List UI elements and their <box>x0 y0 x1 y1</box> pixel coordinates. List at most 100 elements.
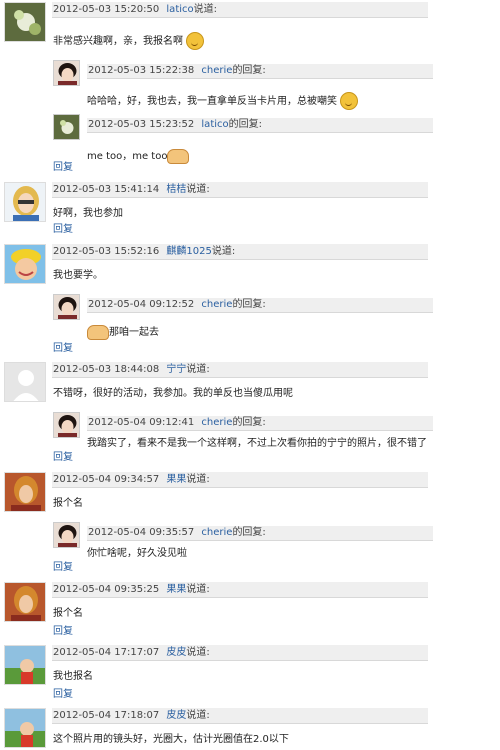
comment-text: 好啊，我也参加 <box>53 208 123 219</box>
username-link[interactable]: 麒麟1025 <box>166 246 211 257</box>
avatar[interactable] <box>53 294 80 320</box>
username-link[interactable]: cherie <box>201 527 232 538</box>
reply-header: 2012-05-04 09:12:52 cherie的回复: <box>87 298 433 313</box>
username-link[interactable]: cherie <box>201 65 232 76</box>
reply-link[interactable]: 回复 <box>53 339 73 354</box>
avatar[interactable] <box>53 522 80 548</box>
timestamp: 2012-05-03 18:44:08 <box>53 364 160 375</box>
action-label: 说道: <box>186 710 210 721</box>
comment: 2012-05-04 09:34:57 果果说道: 报个名 2012-05-04… <box>4 472 500 573</box>
avatar[interactable] <box>4 244 46 284</box>
avatar[interactable] <box>4 2 46 42</box>
timestamp: 2012-05-04 09:12:52 <box>88 299 195 310</box>
reply: 2012-05-04 09:35:57 cherie的回复: 你忙啥呢，好久没见… <box>53 522 433 562</box>
avatar[interactable] <box>4 645 46 685</box>
comment: 2012-05-03 15:41:14 桔桔说道: 好啊，我也参加 回复 <box>4 182 500 235</box>
action-label: 的回复: <box>232 65 266 76</box>
action-label: 的回复: <box>228 119 263 130</box>
comment: 2012-05-03 15:20:50 latico说道: 非常感兴趣啊，亲，我… <box>4 2 500 173</box>
comment: 2012-05-04 17:17:07 皮皮说道: 我也报名 回复 <box>4 645 500 700</box>
handshake-emoji-icon <box>167 148 190 164</box>
reply-link[interactable]: 回复 <box>53 158 73 173</box>
username-link[interactable]: cherie <box>201 417 232 428</box>
reply-header: 2012-05-04 09:35:57 cherie的回复: <box>87 526 433 541</box>
timestamp: 2012-05-04 09:35:57 <box>88 527 195 538</box>
avatar[interactable] <box>53 412 80 438</box>
handshake-emoji-icon <box>87 324 109 340</box>
username-link[interactable]: cherie <box>201 299 232 310</box>
action-label: 的回复: <box>232 417 266 428</box>
timestamp: 2012-05-03 15:20:50 <box>53 4 160 15</box>
avatar[interactable] <box>4 182 46 222</box>
action-label: 说道: <box>186 647 210 658</box>
username-link[interactable]: latico <box>201 119 228 130</box>
comment-header: 2012-05-03 15:41:14 桔桔说道: <box>52 182 428 198</box>
reply-header: 2012-05-04 09:12:41 cherie的回复: <box>87 416 433 431</box>
comment-text: 我也报名 <box>53 671 93 682</box>
comment: 2012-05-03 15:52:16 麒麟1025说道: 我也要学。 2012… <box>4 244 500 354</box>
reply-link[interactable]: 回复 <box>53 685 73 700</box>
reply-link[interactable]: 回复 <box>53 558 73 573</box>
action-label: 说道: <box>186 364 210 375</box>
timestamp: 2012-05-03 15:52:16 <box>53 246 160 257</box>
username-link[interactable]: 果果 <box>166 584 186 595</box>
username-link[interactable]: 果果 <box>166 474 186 485</box>
reply: 2012-05-04 09:12:52 cherie的回复: 那咱一起去 <box>53 294 433 340</box>
comment-header: 2012-05-04 09:35:25 果果说道: <box>52 582 428 598</box>
reply: 2012-05-04 09:12:41 cherie的回复: 我踏实了，看来不是… <box>53 412 483 452</box>
username-link[interactable]: latico <box>166 4 193 15</box>
avatar[interactable] <box>4 472 46 512</box>
comment: 2012-05-03 18:44:08 宁宁说道: 不错呀，很好的活动，我参加。… <box>4 362 500 463</box>
action-label: 的回复: <box>232 527 266 538</box>
avatar[interactable] <box>4 582 46 622</box>
timestamp: 2012-05-03 15:41:14 <box>53 184 160 195</box>
action-label: 说道: <box>193 4 218 15</box>
timestamp: 2012-05-03 15:22:38 <box>88 65 195 76</box>
comment-text: 报个名 <box>53 498 83 509</box>
reply-text: 你忙啥呢，好久没见啦 <box>87 548 187 559</box>
reply-text: me too，me too <box>87 147 190 164</box>
comment-header: 2012-05-03 18:44:08 宁宁说道: <box>52 362 428 378</box>
comment-header: 2012-05-03 15:20:50 latico说道: <box>52 2 428 18</box>
comment-text: 报个名 <box>53 608 83 619</box>
timestamp: 2012-05-04 09:35:25 <box>53 584 160 595</box>
comment-header: 2012-05-04 09:34:57 果果说道: <box>52 472 428 488</box>
username-link[interactable]: 桔桔 <box>166 184 186 195</box>
comment-text: 这个照片用的镜头好，光圈大，估计光圈值在2.0以下 <box>53 734 289 745</box>
comment-header: 2012-05-04 17:18:07 皮皮说道: <box>52 708 428 724</box>
action-label: 说道: <box>186 474 210 485</box>
comment-header: 2012-05-03 15:52:16 麒麟1025说道: <box>52 244 428 260</box>
action-label: 的回复: <box>232 299 266 310</box>
username-link[interactable]: 宁宁 <box>166 364 186 375</box>
comment-text: 不错呀，很好的活动，我参加。我的单反也当傻瓜用呢 <box>53 388 293 399</box>
comment-text: 非常感兴趣啊，亲，我报名啊 <box>53 32 204 50</box>
timestamp: 2012-05-04 17:17:07 <box>53 647 160 658</box>
reply: 2012-05-03 15:22:38 cherie的回复: 哈哈哈，好，我也去… <box>53 60 433 110</box>
avatar[interactable] <box>4 708 46 748</box>
comment-header: 2012-05-04 17:17:07 皮皮说道: <box>52 645 428 661</box>
timestamp: 2012-05-04 17:18:07 <box>53 710 160 721</box>
smile-emoji-icon <box>186 32 204 50</box>
avatar[interactable] <box>53 60 80 86</box>
reply-header: 2012-05-03 15:22:38 cherie的回复: <box>87 64 433 79</box>
comment-text: 我也要学。 <box>53 270 103 281</box>
username-link[interactable]: 皮皮 <box>166 710 186 721</box>
reply: 2012-05-03 15:23:52 latico的回复: me too，me… <box>53 114 433 164</box>
avatar[interactable] <box>4 362 46 402</box>
comment: 2012-05-04 09:35:25 果果说道: 报个名 回复 <box>4 582 500 637</box>
comment: 2012-05-04 17:18:07 皮皮说道: 这个照片用的镜头好，光圈大，… <box>4 708 500 750</box>
reply-text: 哈哈哈，好，我也去，我一直拿单反当卡片用，总被嘲笑 <box>87 92 358 110</box>
reply-link[interactable]: 回复 <box>53 622 73 637</box>
reply-text: 我踏实了，看来不是我一个这样啊，不过上次看你拍的宁宁的照片，很不错了 <box>87 438 427 449</box>
reply-header: 2012-05-03 15:23:52 latico的回复: <box>87 118 433 133</box>
timestamp: 2012-05-03 15:23:52 <box>88 119 195 130</box>
action-label: 说道: <box>186 184 210 195</box>
reply-link[interactable]: 回复 <box>53 220 73 235</box>
timestamp: 2012-05-04 09:34:57 <box>53 474 160 485</box>
username-link[interactable]: 皮皮 <box>166 647 186 658</box>
reply-link[interactable]: 回复 <box>53 448 73 463</box>
smile-emoji-icon <box>340 92 358 110</box>
action-label: 说道: <box>186 584 210 595</box>
avatar[interactable] <box>53 114 80 140</box>
reply-text: 那咱一起去 <box>87 323 159 340</box>
